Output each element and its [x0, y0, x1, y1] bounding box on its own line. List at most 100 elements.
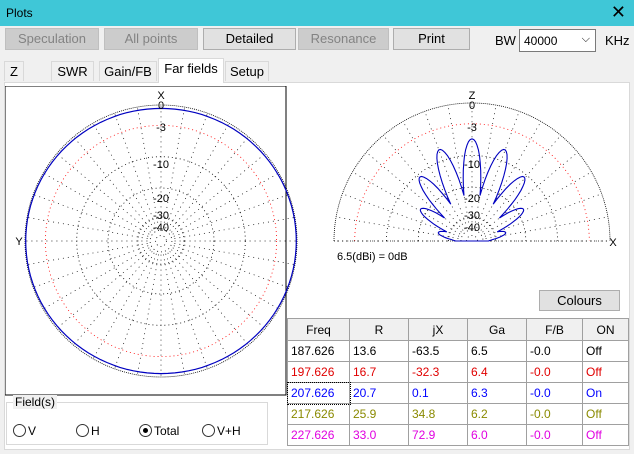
table-cell[interactable]: 34.8	[408, 403, 468, 425]
column-header[interactable]: jX	[408, 318, 468, 341]
column-header[interactable]: F/B	[526, 318, 583, 341]
table-cell[interactable]: 217.626	[287, 403, 350, 425]
radio-circle-icon	[202, 424, 215, 437]
bw-label: BW	[495, 33, 516, 48]
right-ring-label: -3	[467, 122, 477, 134]
detailed-button[interactable]: Detailed	[203, 28, 296, 50]
left-ring-label: -30	[153, 210, 169, 222]
results-table: Freq R jX Ga F/B ON 187.626 13.6 -63.5 6.5-…	[286, 318, 629, 446]
close-icon[interactable]: ✕	[611, 2, 626, 22]
table-cell[interactable]: -0.0	[526, 382, 583, 404]
bw-select[interactable]: 40000 ⌵	[519, 29, 596, 52]
fields-group: Field(s) V H Total V+H	[6, 395, 268, 445]
table-cell[interactable]: 6.4	[467, 361, 527, 383]
table-cell[interactable]: 6.3	[467, 382, 527, 404]
fields-legend: Field(s)	[13, 395, 58, 409]
radio-circle-icon	[76, 424, 89, 437]
khz-label: KHz	[605, 33, 630, 48]
table-cell[interactable]: 187.626	[287, 340, 350, 362]
table-cell[interactable]: -0.0	[526, 424, 583, 446]
grid-spoke	[482, 152, 578, 233]
column-header[interactable]: R	[349, 318, 409, 341]
table-cell[interactable]: -0.0	[526, 403, 583, 425]
right-ring-label: -20	[464, 193, 480, 205]
table-cell[interactable]: Off	[582, 403, 629, 425]
table-header-row: Freq R jX Ga F/B ON	[287, 318, 629, 341]
radio-selected-icon	[139, 424, 152, 437]
colours-button[interactable]: Colours	[539, 290, 620, 311]
table-cell[interactable]: 207.626	[286, 381, 351, 405]
table-cell[interactable]: 0.1	[408, 382, 468, 404]
radio-v-plus-h[interactable]: V+H	[202, 424, 241, 438]
tab-setup[interactable]: Setup	[225, 61, 269, 81]
tab-swr[interactable]: SWR	[51, 61, 94, 81]
table-cell[interactable]: 6.2	[467, 403, 527, 425]
right-ring-label: 0	[469, 100, 475, 112]
grid-spoke	[352, 171, 461, 235]
radio-h[interactable]: H	[76, 424, 100, 438]
table-row[interactable]: 197.626 16.7 -32.3 6.4 -0.0 Off	[287, 361, 629, 383]
table-cell[interactable]: 16.7	[349, 361, 409, 383]
grid-spoke	[483, 171, 592, 235]
right-ring-label: -30	[464, 210, 480, 222]
column-header[interactable]: Freq	[287, 318, 350, 341]
left-ring-label: -20	[153, 193, 169, 205]
window-title: Plots	[6, 6, 33, 20]
resonance-button[interactable]: Resonance	[298, 28, 389, 50]
table-cell[interactable]: 197.626	[287, 361, 350, 383]
radio-label: V	[28, 424, 37, 438]
column-header[interactable]: ON	[582, 318, 629, 341]
radio-total[interactable]: Total	[139, 424, 179, 438]
right-ring-label: -10	[464, 159, 480, 171]
chevron-down-icon: ⌵	[581, 33, 590, 45]
grid-spoke	[366, 152, 462, 233]
print-button[interactable]: Print	[393, 28, 470, 50]
tab-z[interactable]: Z	[4, 61, 24, 81]
table-cell[interactable]: Off	[582, 424, 629, 446]
speculation-button[interactable]: Speculation	[5, 28, 99, 50]
table-cell[interactable]: 33.0	[349, 424, 409, 446]
table-cell[interactable]: -0.0	[526, 361, 583, 383]
right-ring-label: -40	[464, 222, 480, 234]
tab-gain-fb[interactable]: Gain/FB	[99, 61, 157, 81]
zero-reference-label: 6.5(dBi) = 0dB	[337, 251, 408, 263]
left-ring-label: -40	[153, 222, 169, 234]
table-cell[interactable]: 6.5	[467, 340, 527, 362]
column-header[interactable]: Ga	[467, 318, 527, 341]
table-cell[interactable]: 72.9	[408, 424, 468, 446]
table-cell[interactable]: Off	[582, 361, 629, 383]
grid-spoke	[383, 135, 464, 231]
radio-label: Total	[154, 424, 180, 438]
grid-arc	[466, 235, 478, 242]
table-row[interactable]: 207.626 20.7 0.1 6.3 -0.0 On	[286, 381, 629, 405]
left-ring-label: 0	[158, 100, 164, 112]
all-points-button[interactable]: All points	[104, 28, 198, 50]
grid-spoke	[402, 121, 466, 230]
table-cell[interactable]: 6.0	[467, 424, 527, 446]
bw-value: 40000	[524, 34, 558, 48]
radio-v[interactable]: V	[13, 424, 36, 438]
table-cell[interactable]: 20.7	[349, 382, 409, 404]
tab-far-fields[interactable]: Far fields	[158, 58, 224, 83]
left-ring-label: -10	[153, 159, 169, 171]
table-cell[interactable]: 25.9	[349, 403, 409, 425]
left-ring-label: -3	[156, 122, 166, 134]
right-ring-labels: 0 -3 -10 -20 -30 -40	[464, 100, 480, 234]
table-cell[interactable]: 13.6	[349, 340, 409, 362]
table-cell[interactable]: On	[582, 382, 629, 404]
radio-circle-icon	[13, 424, 26, 437]
table-cell[interactable]: -0.0	[526, 340, 583, 362]
grid-spoke	[480, 135, 561, 231]
table-row[interactable]: 187.626 13.6 -63.5 6.5 -0.0 Off	[287, 340, 629, 362]
title-bar: Plots ✕	[0, 0, 634, 26]
table-cell[interactable]: 227.626	[287, 424, 350, 446]
table-cell[interactable]: -32.3	[408, 361, 468, 383]
table-row[interactable]: 217.626 25.9 34.8 6.2 -0.0 Off	[287, 403, 629, 425]
radio-label: V+H	[217, 424, 241, 438]
table-row[interactable]: 227.626 33.0 72.9 6.0 -0.0 Off	[287, 424, 629, 446]
left-y-axis-label: Y	[15, 236, 23, 248]
radio-label: H	[91, 424, 100, 438]
table-cell[interactable]: Off	[582, 340, 629, 362]
table-cell[interactable]: -63.5	[408, 340, 468, 362]
grid-spoke	[478, 121, 542, 230]
